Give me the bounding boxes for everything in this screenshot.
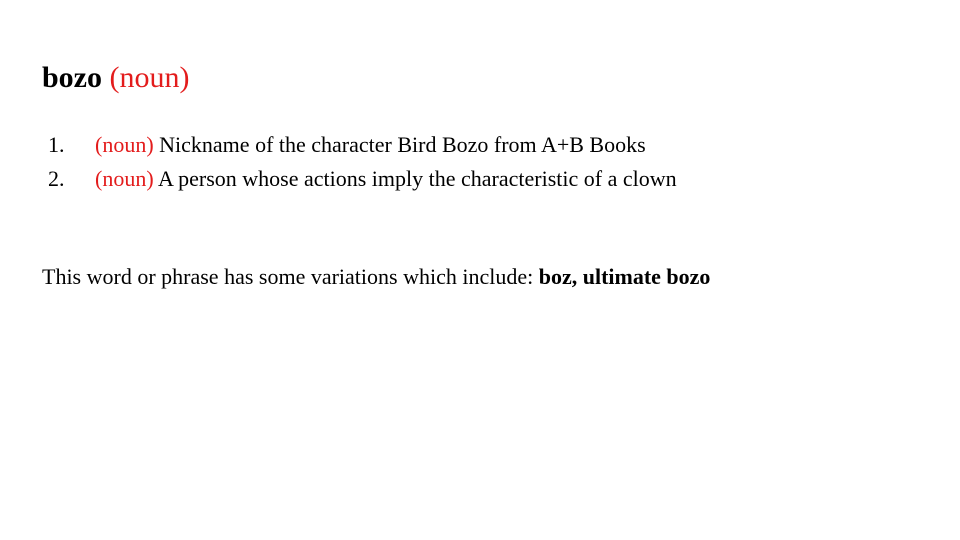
entry-title: bozo (noun) — [42, 58, 189, 98]
headword-pos: (noun) — [109, 61, 190, 94]
definition-text: Nickname of the character Bird Bozo from… — [159, 132, 646, 157]
definition-number: 2. — [48, 166, 65, 191]
slide: bozo (noun) 1. (noun) Nickname of the cha… — [0, 0, 960, 540]
definition-item: 1. (noun) Nickname of the character Bird … — [42, 130, 677, 164]
variations-intro: This word or phrase has some variations … — [42, 264, 534, 289]
definition-list: 1. (noun) Nickname of the character Bird … — [42, 130, 677, 198]
variations-note: This word or phrase has some variations … — [42, 262, 710, 292]
definition-item: 2. (noun) A person whose actions imply th… — [42, 164, 677, 198]
definition-text: A person whose actions imply the charact… — [157, 166, 677, 191]
headword: bozo — [42, 61, 102, 94]
definition-number: 1. — [48, 132, 65, 157]
definition-pos: (noun) — [95, 132, 154, 157]
variations-list: boz, ultimate bozo — [538, 264, 711, 289]
definition-pos: (noun) — [95, 166, 154, 191]
